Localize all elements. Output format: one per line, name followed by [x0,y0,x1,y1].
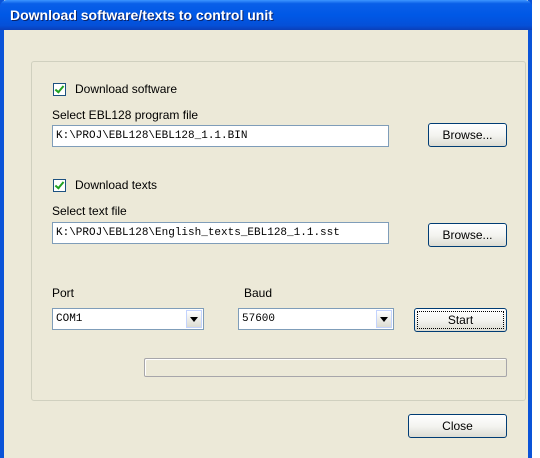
start-button-label: Start [447,313,474,327]
port-select-value: COM1 [56,313,83,325]
close-button[interactable]: Close [408,414,507,438]
dialog-window: Download software/texts to control unit … [0,0,532,458]
port-dropdown-arrow[interactable] [186,310,202,328]
text-file-input[interactable]: K:\PROJ\EBL128\English_texts_EBL128_1.1.… [52,222,389,244]
browse-program-button-label: Browse... [442,128,493,142]
program-file-input[interactable]: K:\PROJ\EBL128\EBL128_1.1.BIN [52,125,389,147]
download-software-checkbox[interactable] [53,82,66,96]
chevron-down-icon [190,316,198,322]
download-texts-checkbox[interactable] [53,178,66,192]
window-title: Download software/texts to control unit [10,7,273,23]
baud-select[interactable]: 57600 [238,308,394,330]
close-button-label: Close [442,419,473,433]
baud-label: Baud [244,286,273,300]
port-select[interactable]: COM1 [52,308,204,330]
download-software-checkbox-row[interactable]: Download software [53,82,177,96]
browse-program-button[interactable]: Browse... [428,123,507,147]
start-button[interactable]: Start [414,308,507,332]
chevron-down-icon [380,316,388,322]
baud-dropdown-arrow[interactable] [376,310,392,328]
download-texts-label: Download texts [75,178,158,192]
port-label: Port [52,286,75,300]
title-bar[interactable]: Download software/texts to control unit [0,0,532,30]
browse-text-button[interactable]: Browse... [428,223,507,247]
text-file-label: Select text file [52,204,127,218]
download-software-label: Download software [75,82,178,96]
program-file-label: Select EBL128 program file [52,108,199,122]
browse-text-button-label: Browse... [442,228,493,242]
download-texts-checkbox-row[interactable]: Download texts [53,178,157,192]
download-progress-bar [144,358,507,377]
baud-select-value: 57600 [242,313,276,325]
